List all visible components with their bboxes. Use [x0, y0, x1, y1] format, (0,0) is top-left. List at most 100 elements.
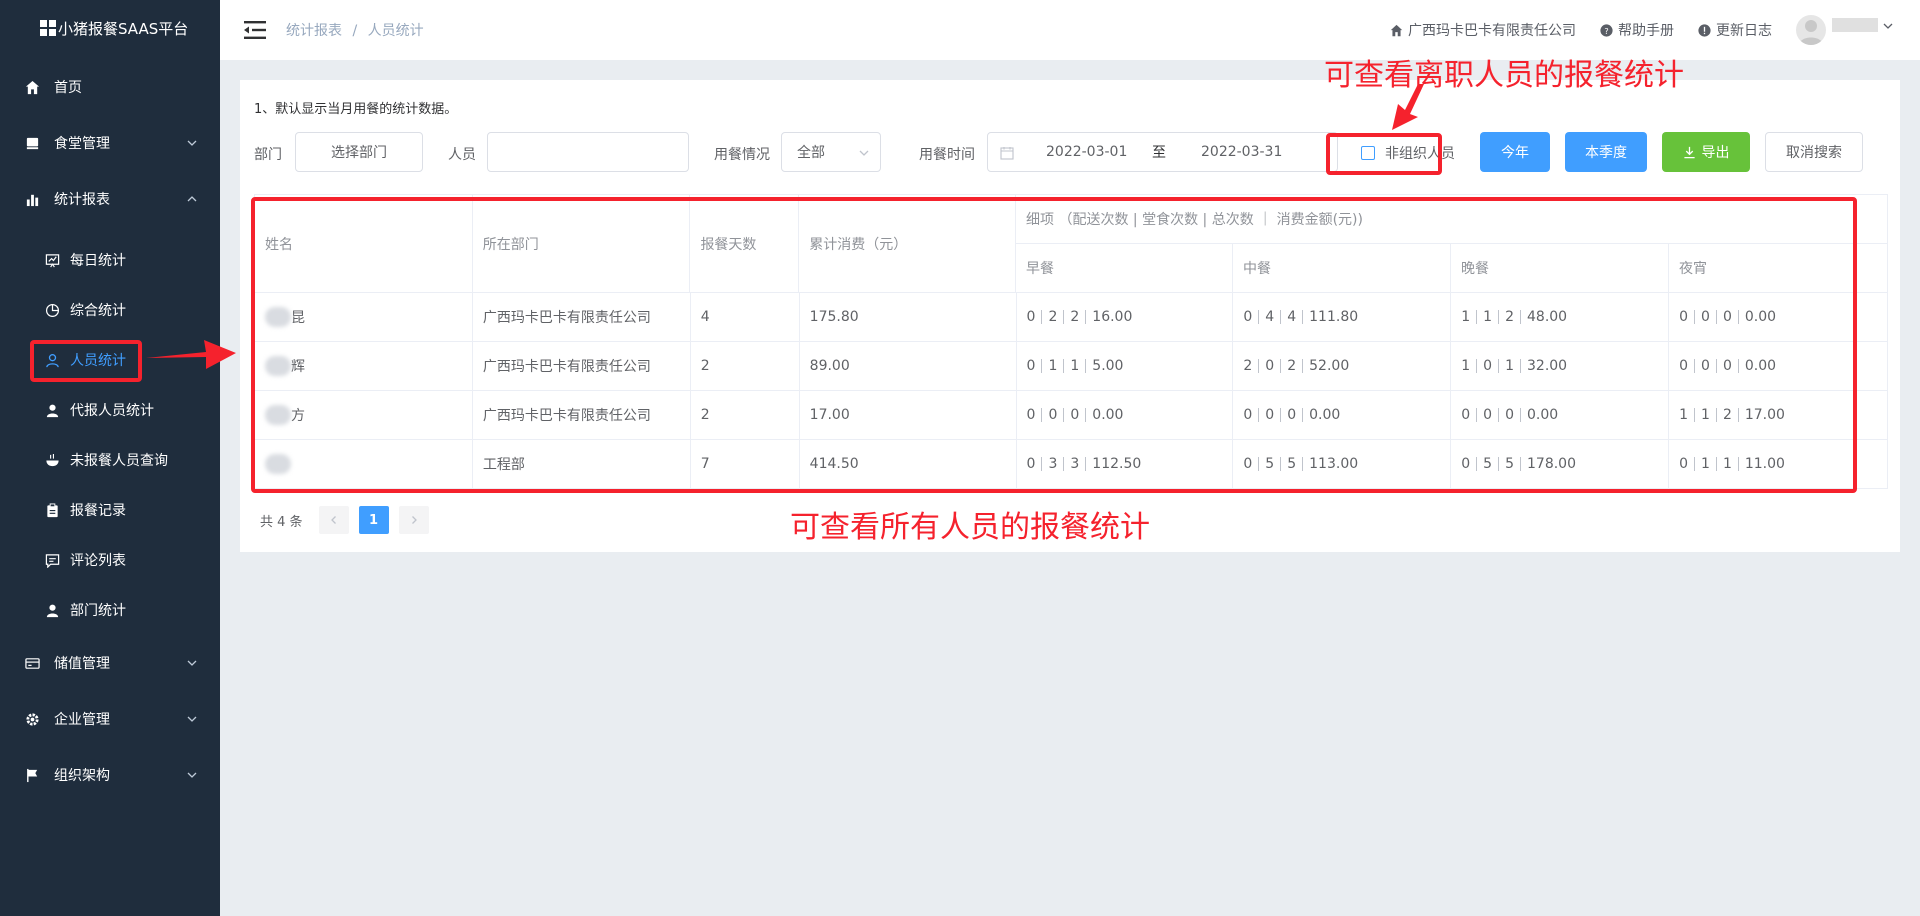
sidebar-item-label: 评论列表 — [70, 553, 126, 569]
annotation-box-table — [251, 197, 1857, 493]
sidebar-item-proxy-stats[interactable]: 代报人员统计 — [0, 385, 220, 435]
grid-logo-icon — [40, 20, 56, 36]
calendar-icon — [1000, 147, 1014, 160]
chevron-down-icon — [187, 716, 197, 722]
chevron-down-icon — [859, 150, 869, 156]
changelog-label: 更新日志 — [1716, 23, 1772, 39]
sidebar-item-unreported-query[interactable]: 未报餐人员查询 — [0, 435, 220, 485]
total-count: 共 4 条 — [260, 514, 303, 530]
next-page-button[interactable] — [398, 506, 429, 534]
chevron-right-icon — [411, 516, 417, 524]
this-year-button[interactable]: 今年 — [1480, 132, 1550, 172]
user-menu[interactable] — [1796, 15, 1894, 45]
company-link[interactable]: 广西玛卡巴卡有限责任公司 — [1390, 20, 1576, 40]
chevron-left-icon — [330, 516, 336, 524]
chevron-down-icon — [187, 660, 197, 666]
date-to-separator: 至 — [1152, 145, 1166, 161]
sidebar-item-label: 报餐记录 — [70, 503, 126, 519]
flag-icon — [24, 767, 40, 783]
meal-label: 用餐情况 — [714, 147, 770, 163]
tip-text: 1、默认显示当月用餐的统计数据。 — [254, 102, 458, 117]
date-end[interactable]: 2022-03-31 — [1201, 144, 1282, 160]
app-title: 小猪报餐SAAS平台 — [58, 19, 189, 38]
avatar-silhouette-icon — [1799, 20, 1823, 45]
sidebar-item-org-structure[interactable]: 组织架构 — [0, 747, 220, 803]
sidebar-item-label: 食堂管理 — [54, 136, 110, 152]
date-start[interactable]: 2022-03-01 — [1046, 144, 1127, 160]
help-label: 帮助手册 — [1618, 23, 1674, 39]
sidebar-item-canteen[interactable]: 食堂管理 — [0, 115, 220, 171]
select-dept-label: 选择部门 — [331, 145, 387, 161]
help-link[interactable]: ? 帮助手册 — [1600, 20, 1674, 40]
comment-icon — [44, 552, 60, 568]
sidebar-item-label: 统计报表 — [54, 192, 110, 208]
sidebar-item-daily-stats[interactable]: 每日统计 — [0, 235, 220, 285]
company-name: 广西玛卡巴卡有限责任公司 — [1408, 23, 1576, 39]
sidebar-item-reports[interactable]: 统计报表 — [0, 171, 220, 227]
help-icon: ? — [1600, 23, 1613, 37]
pagination: 共 4 条 1 — [260, 506, 439, 534]
card-icon — [24, 655, 40, 671]
chevron-down-icon — [1883, 23, 1893, 29]
cancel-search-label: 取消搜索 — [1786, 145, 1842, 161]
annotation-box-sidebar — [30, 340, 142, 382]
breadcrumb: 统计报表 / 人员统计 — [286, 20, 424, 40]
chevron-down-icon — [187, 140, 197, 146]
user-icon — [44, 402, 60, 418]
sidebar-item-label: 储值管理 — [54, 656, 110, 672]
date-range-picker[interactable]: 2022-03-01 至 2022-03-31 — [987, 132, 1338, 172]
sidebar-item-summary-stats[interactable]: 综合统计 — [0, 285, 220, 335]
daily-chart-icon — [44, 252, 60, 268]
canteen-icon — [24, 135, 40, 151]
annotation-box-checkbox — [1326, 133, 1442, 175]
bowl-icon — [44, 452, 60, 468]
svg-text:?: ? — [1604, 25, 1608, 35]
dept-label: 部门 — [254, 147, 282, 163]
sidebar-item-home[interactable]: 首页 — [0, 59, 220, 115]
sidebar-item-enterprise[interactable]: 企业管理 — [0, 691, 220, 747]
this-quarter-button[interactable]: 本季度 — [1565, 132, 1647, 172]
chart-icon — [24, 191, 40, 207]
sidebar-item-label: 代报人员统计 — [70, 403, 154, 419]
home-icon — [24, 79, 40, 95]
sidebar-item-label: 综合统计 — [70, 303, 126, 319]
meal-select[interactable]: 全部 — [781, 132, 881, 172]
this-quarter-label: 本季度 — [1585, 145, 1627, 161]
select-dept-button[interactable]: 选择部门 — [295, 132, 423, 172]
person-input[interactable] — [487, 132, 689, 172]
sidebar-item-meal-records[interactable]: 报餐记录 — [0, 485, 220, 535]
sidebar-item-label: 未报餐人员查询 — [70, 453, 168, 469]
sidebar-item-dept-stats[interactable]: 部门统计 — [0, 585, 220, 635]
username-redacted — [1832, 18, 1878, 32]
sidebar-item-label: 企业管理 — [54, 712, 110, 728]
sidebar: 小猪报餐SAAS平台 首页 食堂管理 统计报表 每日统计 综合统计 人员统计 代… — [0, 0, 220, 916]
sidebar-item-comments[interactable]: 评论列表 — [0, 535, 220, 585]
sidebar-item-label: 组织架构 — [54, 768, 110, 784]
changelog-link[interactable]: 更新日志 — [1698, 20, 1772, 40]
filter-form: 部门 选择部门 人员 用餐情况 全部 用餐时间 2022-03-01 至 202… — [254, 132, 1894, 172]
person-label: 人员 — [448, 147, 476, 163]
time-label: 用餐时间 — [919, 147, 975, 163]
sidebar-item-stored-value[interactable]: 储值管理 — [0, 635, 220, 691]
clipboard-icon — [44, 502, 60, 518]
this-year-label: 今年 — [1501, 145, 1529, 161]
avatar — [1796, 15, 1826, 45]
annotation-text-bottom: 可查看所有人员的报餐统计 — [790, 510, 1150, 545]
chevron-down-icon — [187, 772, 197, 778]
page-1-button[interactable]: 1 — [358, 506, 389, 534]
export-button[interactable]: 导出 — [1662, 132, 1750, 172]
breadcrumb-parent[interactable]: 统计报表 — [286, 23, 342, 39]
pie-icon — [44, 302, 60, 318]
cancel-search-button[interactable]: 取消搜索 — [1765, 132, 1863, 172]
sidebar-item-label: 部门统计 — [70, 603, 126, 619]
sidebar-item-label: 首页 — [54, 80, 82, 96]
breadcrumb-current: 人员统计 — [367, 23, 424, 39]
app-logo[interactable]: 小猪报餐SAAS平台 — [0, 0, 220, 56]
user-icon — [44, 602, 60, 618]
prev-page-button[interactable] — [318, 506, 349, 534]
menu-fold-icon[interactable] — [244, 21, 266, 39]
info-icon — [1698, 23, 1711, 37]
annotation-text-top: 可查看离职人员的报餐统计 — [1324, 58, 1684, 93]
download-icon — [1683, 146, 1695, 158]
breadcrumb-separator: / — [352, 23, 358, 39]
